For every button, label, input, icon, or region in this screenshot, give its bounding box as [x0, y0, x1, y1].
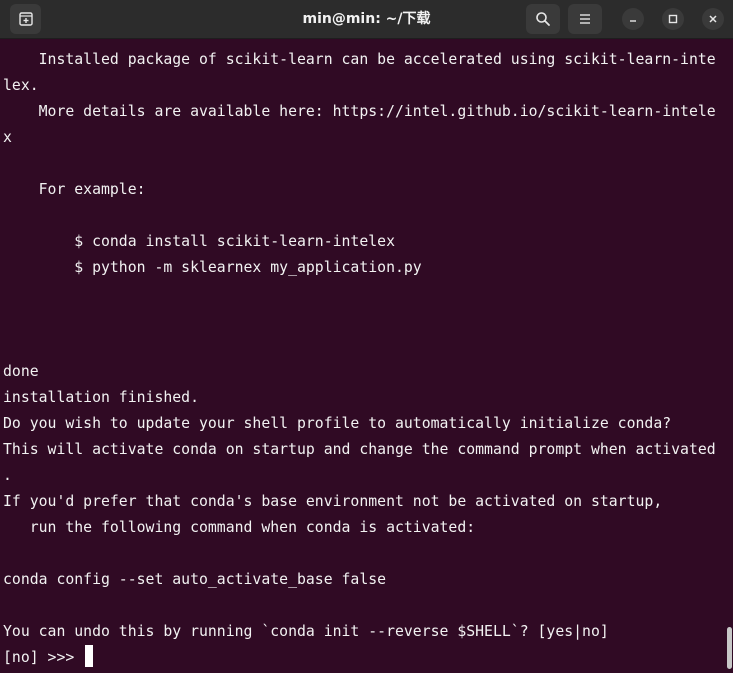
title-bar: min@min: ~/下载 [0, 0, 733, 39]
terminal-line: done [3, 363, 39, 380]
maximize-button[interactable] [662, 8, 684, 30]
new-tab-icon [18, 12, 33, 26]
terminal-line: Installed package of scikit-learn can be… [3, 51, 716, 68]
text-cursor [85, 645, 94, 667]
maximize-icon [668, 14, 678, 24]
menu-button[interactable] [568, 4, 602, 34]
terminal-window: min@min: ~/下载 Installed package of sciki… [0, 0, 733, 673]
new-tab-button[interactable] [10, 4, 41, 34]
shell-prompt: [no] >>> [3, 649, 84, 666]
terminal-line: This will activate conda on startup and … [3, 441, 716, 458]
terminal-line: x [3, 129, 12, 146]
terminal-line: $ conda install scikit-learn-intelex [3, 233, 395, 250]
minimize-icon [630, 20, 636, 22]
terminal-line: You can undo this by running `conda init… [3, 623, 609, 640]
minimize-button[interactable] [622, 8, 644, 30]
terminal-line: More details are available here: https:/… [3, 103, 716, 120]
prompt-line[interactable]: [no] >>> [3, 645, 716, 671]
close-button[interactable] [702, 8, 724, 30]
terminal-line: $ python -m sklearnex my_application.py [3, 259, 422, 276]
terminal-line: run the following command when conda is … [3, 519, 476, 536]
terminal-line: If you'd prefer that conda's base enviro… [3, 493, 663, 510]
terminal-line: . [3, 467, 12, 484]
search-icon [536, 12, 550, 26]
terminal-line: Do you wish to update your shell profile… [3, 415, 672, 432]
search-button[interactable] [526, 4, 560, 34]
terminal-line: installation finished. [3, 389, 199, 406]
terminal-line: conda config --set auto_activate_base fa… [3, 571, 387, 588]
terminal-line: For example: [3, 181, 146, 198]
terminal-output[interactable]: Installed package of scikit-learn can be… [0, 39, 733, 673]
hamburger-menu-icon [580, 14, 590, 24]
close-icon [709, 15, 717, 23]
terminal-lines: Installed package of scikit-learn can be… [3, 47, 716, 671]
terminal-line: lex. [3, 77, 39, 94]
scrollbar-thumb[interactable] [727, 627, 732, 669]
